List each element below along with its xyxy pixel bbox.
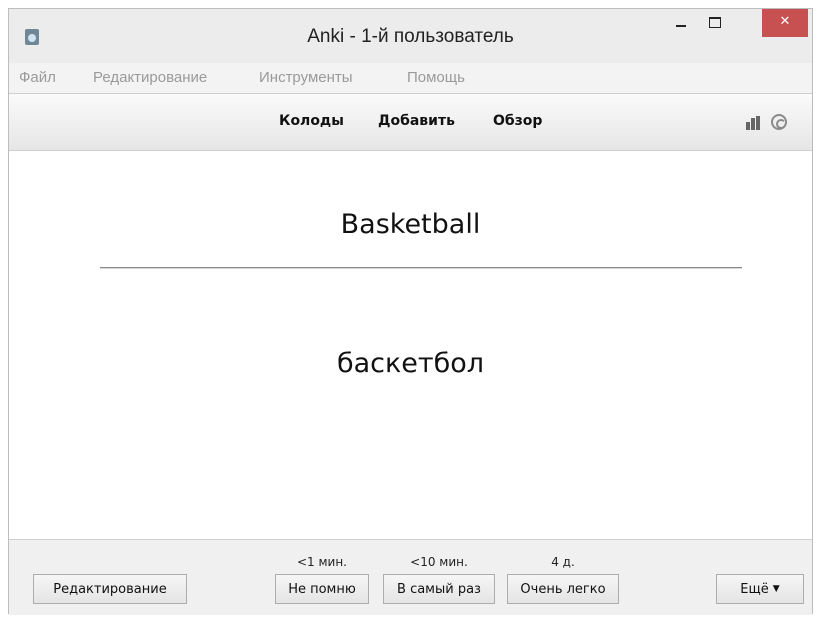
interval-again: <1 мин. [296, 555, 347, 569]
decks-link[interactable]: Колоды [279, 113, 344, 129]
more-label: Ещё [740, 581, 769, 597]
answer-divider [100, 267, 742, 268]
menu-file[interactable]: Файл [19, 69, 56, 86]
stats-icon[interactable] [746, 116, 762, 130]
title-bar[interactable]: Anki - 1-й пользователь ✕ [9, 9, 812, 63]
add-link[interactable]: Добавить [378, 113, 455, 129]
edit-button[interactable]: Редактирование [33, 574, 187, 604]
chevron-down-icon: ▼ [772, 584, 780, 594]
menu-tools[interactable]: Инструменты [259, 69, 353, 86]
close-button[interactable]: ✕ [762, 9, 808, 37]
menu-edit[interactable]: Редактирование [93, 69, 207, 86]
bottom-bar: Редактирование <1 мин. <10 мин. 4 д. Не … [9, 539, 812, 615]
close-icon: ✕ [779, 14, 791, 29]
card-view: Basketball баскетбол [9, 151, 812, 539]
card-question: Basketball [340, 209, 481, 240]
more-button[interactable]: Ещё ▼ [716, 574, 804, 604]
minimize-button[interactable] [664, 9, 698, 37]
browse-link[interactable]: Обзор [493, 113, 542, 129]
interval-good: <10 мин. [410, 555, 468, 569]
minimize-icon [676, 25, 686, 27]
interval-easy: 4 д. [551, 555, 575, 569]
main-window: Anki - 1-й пользователь ✕ Файл Редактиро… [8, 8, 813, 615]
sync-icon[interactable] [771, 114, 787, 130]
menu-help[interactable]: Помощь [407, 69, 465, 86]
easy-button[interactable]: Очень легко [507, 574, 619, 604]
toolbar: Колоды Добавить Обзор [9, 93, 812, 151]
again-button[interactable]: Не помню [275, 574, 369, 604]
menu-bar: Файл Редактирование Инструменты Помощь [9, 63, 812, 93]
good-button[interactable]: В самый раз [383, 574, 495, 604]
maximize-icon [709, 17, 721, 28]
maximize-button[interactable] [698, 9, 732, 37]
card-answer: баскетбол [336, 348, 485, 379]
